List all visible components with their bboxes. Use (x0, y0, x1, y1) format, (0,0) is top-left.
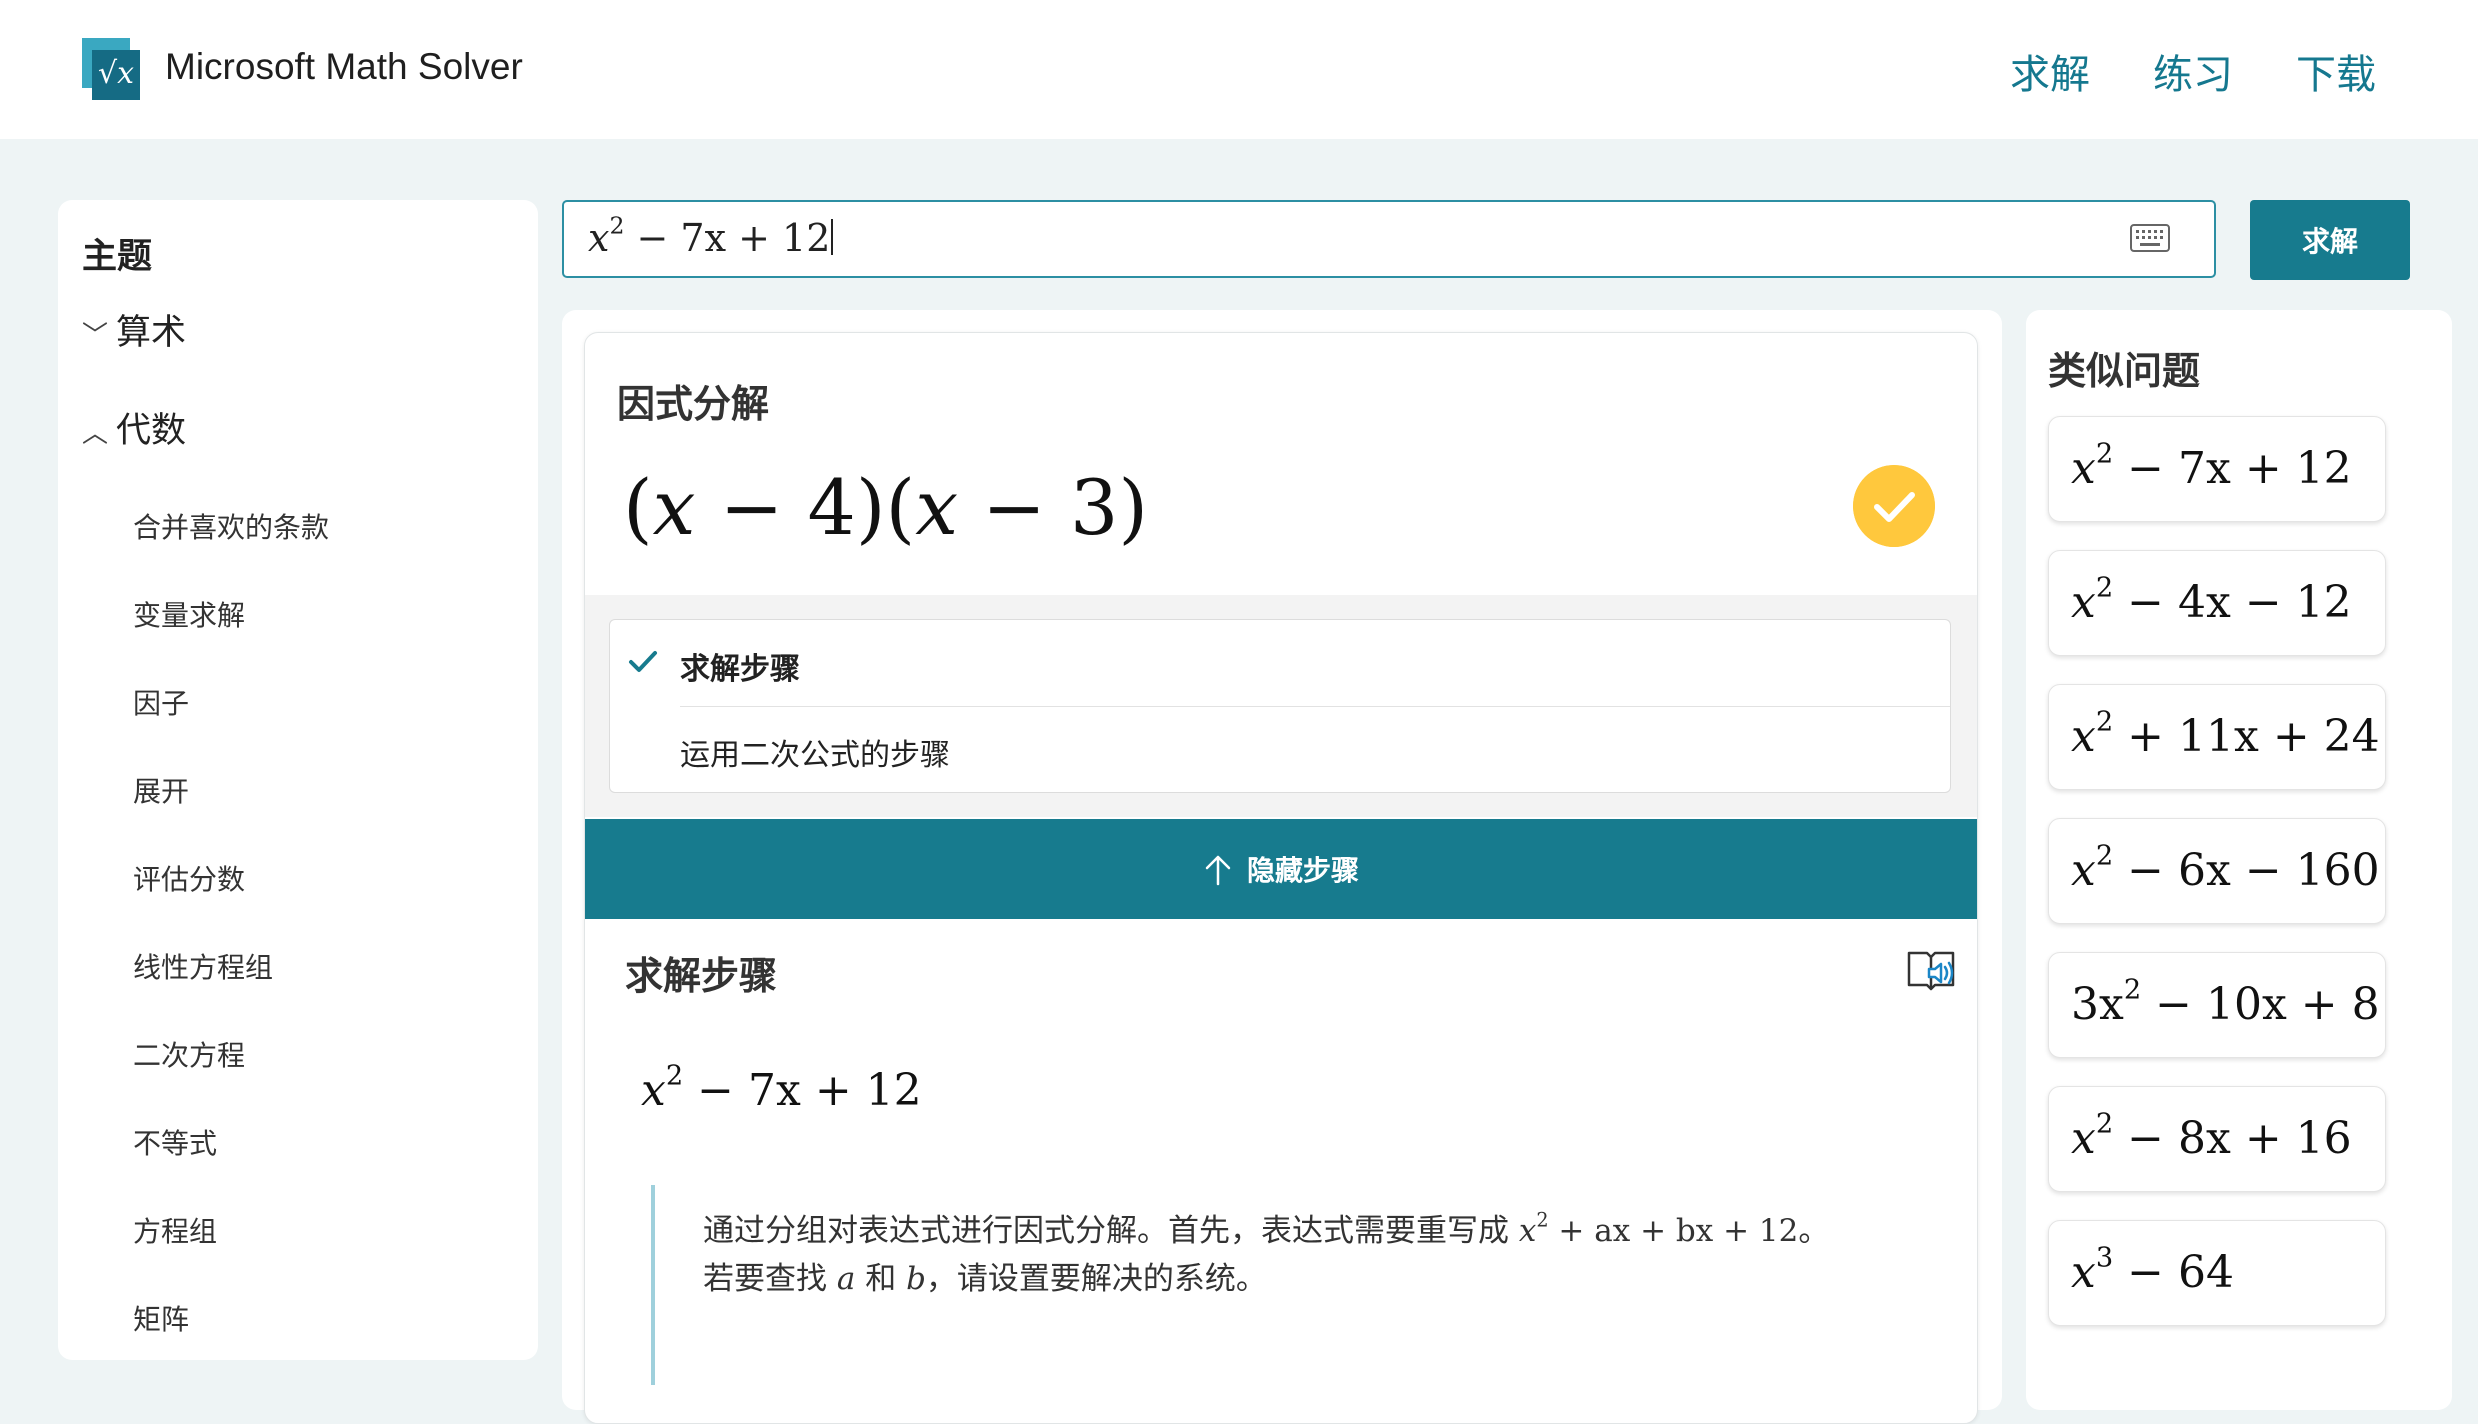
result-answer: (x − 4)(x − 3) (623, 463, 1149, 552)
similar-problem-card[interactable]: x2 − 4x − 12 (2048, 550, 2386, 656)
similar-problem-expression: x3 − 64 (2071, 1242, 2235, 1298)
nav-solve[interactable]: 求解 (2010, 42, 2090, 100)
category-label: 代数 (116, 411, 187, 451)
similar-problem-card[interactable]: x3 − 64 (2048, 1220, 2386, 1326)
similar-problem-expression: 3x2 − 10x + 8 (2071, 974, 2380, 1030)
app-title[interactable]: Microsoft Math Solver (165, 46, 523, 88)
similar-problem-card[interactable]: x2 + 11x + 24 (2048, 684, 2386, 790)
top-bar: √x Microsoft Math Solver 求解 练习 下载 (0, 0, 2478, 139)
step-text-line-1: 通过分组对表达式进行因式分解。首先，表达式需要重写成 x2 + ax + bx … (703, 1208, 1830, 1249)
steps-heading: 求解步骤 (625, 954, 778, 998)
sidebar-category-algebra[interactable]: ︿ 代数 (82, 402, 186, 453)
sidebar-item[interactable]: 展开 (133, 770, 189, 810)
topics-sidebar: 主题 ﹀ 算术 ︿ 代数 合并喜欢的条款 变量求解 因子 展开 评估分数 线性方程组… (58, 200, 538, 1360)
result-card: 因式分解 (x − 4)(x − 3) 求解步骤 运用二次公式的步骤 隐藏步骤 … (584, 332, 1978, 1424)
solution-panel: 因式分解 (x − 4)(x − 3) 求解步骤 运用二次公式的步骤 隐藏步骤 … (562, 310, 2002, 1424)
hide-steps-button[interactable]: 隐藏步骤 (585, 819, 1977, 919)
step-expression: x2 − 7x + 12 (641, 1060, 922, 1116)
chevron-down-icon: ﹀ (82, 321, 109, 351)
immersive-reader-icon[interactable] (1905, 947, 1957, 993)
sidebar-item[interactable]: 矩阵 (133, 1298, 189, 1338)
sidebar-item[interactable]: 因子 (133, 682, 189, 722)
sidebar-item[interactable]: 方程组 (133, 1210, 217, 1250)
similar-problem-expression: x2 + 11x + 24 (2071, 706, 2380, 762)
sidebar-item[interactable]: 变量求解 (133, 594, 245, 634)
math-input-value[interactable]: x2 − 7x + 12 (588, 214, 834, 260)
similar-problems-panel: 类似问题 x2 − 7x + 12 x2 − 4x − 12 x2 + 11x … (2026, 310, 2452, 1410)
sidebar-category-arithmetic[interactable]: ﹀ 算术 (82, 304, 186, 355)
similar-problem-expression: x2 − 7x + 12 (2071, 438, 2352, 494)
chevron-up-icon: ︿ (82, 419, 109, 449)
method-label: 运用二次公式的步骤 (680, 738, 950, 773)
sidebar-item[interactable]: 合并喜欢的条款 (133, 506, 329, 546)
similar-problems-title: 类似问题 (2048, 349, 2201, 393)
checkmark-icon (1853, 465, 1935, 547)
checkmark-icon (629, 651, 657, 672)
result-heading: 因式分解 (617, 382, 770, 426)
method-option-quadratic[interactable]: 运用二次公式的步骤 (610, 706, 1950, 792)
step-text-line-2: 若要查找 a 和 b，请设置要解决的系统。 (703, 1261, 1267, 1297)
similar-problem-card[interactable]: x2 − 8x + 16 (2048, 1086, 2386, 1192)
sidebar-item[interactable]: 不等式 (133, 1122, 217, 1162)
logo-icon[interactable]: √x (82, 38, 140, 100)
similar-problem-expression: x2 − 8x + 16 (2071, 1108, 2352, 1164)
similar-problem-card[interactable]: x2 − 7x + 12 (2048, 416, 2386, 522)
keyboard-icon[interactable] (2130, 224, 2170, 252)
sidebar-title: 主题 (82, 237, 153, 277)
method-label: 求解步骤 (680, 652, 800, 687)
nav-download[interactable]: 下载 (2296, 42, 2376, 100)
similar-problem-card[interactable]: x2 − 6x − 160 (2048, 818, 2386, 924)
method-option-steps[interactable]: 求解步骤 (610, 620, 1950, 706)
nav-practice[interactable]: 练习 (2153, 42, 2233, 100)
similar-problem-card[interactable]: 3x2 − 10x + 8 (2048, 952, 2386, 1058)
sidebar-item[interactable]: 评估分数 (133, 858, 245, 898)
step-text: 通过分组对表达式进行因式分解。首先，表达式需要重写成 x2 + ax + bx … (703, 1207, 1923, 1303)
math-input[interactable]: x2 − 7x + 12 (562, 200, 2216, 278)
method-selector-area: 求解步骤 运用二次公式的步骤 (585, 595, 1977, 817)
similar-problem-expression: x2 − 6x − 160 (2071, 840, 2380, 896)
hide-steps-label: 隐藏步骤 (1246, 855, 1359, 886)
similar-problem-expression: x2 − 4x − 12 (2071, 572, 2352, 628)
step-explanation: 通过分组对表达式进行因式分解。首先，表达式需要重写成 x2 + ax + bx … (651, 1185, 1955, 1385)
sidebar-item[interactable]: 线性方程组 (133, 946, 273, 986)
sidebar-item[interactable]: 二次方程 (133, 1034, 245, 1074)
arrow-up-icon (1205, 855, 1231, 886)
solve-button[interactable]: 求解 (2250, 200, 2410, 280)
method-list: 求解步骤 运用二次公式的步骤 (609, 619, 1951, 793)
category-label: 算术 (116, 313, 187, 353)
